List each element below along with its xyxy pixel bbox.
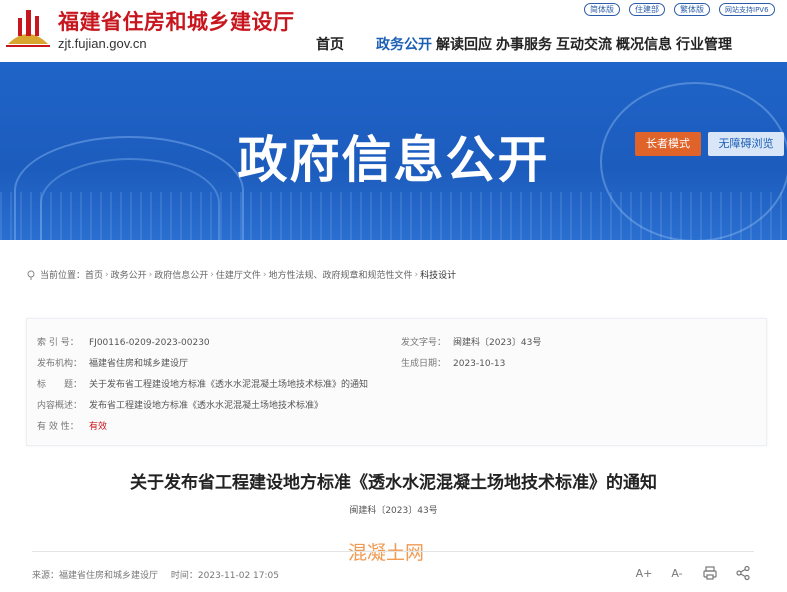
info-date: 生成日期： 2023-10-13: [401, 356, 505, 369]
article-source: 来源：福建省住房和城乡建设厅: [32, 571, 159, 581]
nav-overview[interactable]: 概况信息: [616, 34, 676, 54]
breadcrumb-regulations[interactable]: 地方性法规、政府规章和规范性文件: [269, 268, 413, 281]
font-increase-icon[interactable]: A+: [636, 565, 653, 581]
info-value: 2023-10-13: [453, 359, 506, 369]
nav-services[interactable]: 办事服务: [496, 34, 556, 54]
ministry-link[interactable]: 住建部: [629, 3, 665, 16]
traditional-link[interactable]: 繁体版: [674, 3, 710, 16]
site-header: 福建省住房和城乡建设厅 zjt.fujian.gov.cn 简体版 住建部 繁体…: [0, 0, 787, 62]
top-links: 简体版 住建部 繁体版 网站支持IPV6: [584, 3, 775, 16]
nav-industry[interactable]: 行业管理: [676, 34, 736, 54]
info-label: 标 题：: [37, 380, 83, 390]
info-docno: 发文字号： 闽建科〔2023〕43号: [401, 335, 541, 348]
article-tools: A+ A-: [636, 565, 751, 581]
site-domain: zjt.fujian.gov.cn: [58, 36, 147, 51]
site-title[interactable]: 福建省住房和城乡建设厅: [58, 6, 295, 36]
location-icon: [27, 270, 35, 280]
breadcrumb-info-disclosure[interactable]: 政府信息公开: [154, 268, 208, 281]
breadcrumb-separator: ›: [105, 269, 109, 280]
info-org: 发布机构： 福建省住房和城乡建设厅: [37, 356, 188, 369]
info-index: 索 引 号： FJ00116-0209-2023-00230: [37, 335, 210, 348]
article-meta: 来源：福建省住房和城乡建设厅 时间：2023-11-02 17:05: [32, 568, 289, 581]
document-number: 闽建科〔2023〕43号: [349, 506, 438, 516]
document-info-box: 索 引 号： FJ00116-0209-2023-00230 发文字号： 闽建科〔2…: [26, 318, 767, 446]
page-banner: 政府信息公开 长者模式 无障碍浏览: [0, 62, 787, 240]
share-icon[interactable]: [735, 565, 751, 581]
elder-mode-button[interactable]: 长者模式: [635, 132, 701, 156]
info-summary: 内容概述： 发布省工程建设地方标准《透水水泥混凝土场地技术标准》: [37, 398, 323, 411]
info-label: 有 效 性：: [37, 422, 79, 432]
info-value: 关于发布省工程建设地方标准《透水水泥混凝土场地技术标准》的通知: [89, 380, 369, 390]
info-value: 福建省住房和城乡建设厅: [89, 359, 189, 369]
nav-interpretation[interactable]: 解读回应: [436, 34, 496, 54]
info-value: FJ00116-0209-2023-00230: [89, 338, 210, 348]
accessible-browse-button[interactable]: 无障碍浏览: [708, 132, 784, 156]
article-time: 时间：2023-11-02 17:05: [170, 571, 279, 581]
ipv6-badge: 网站支持IPV6: [719, 3, 775, 16]
info-label: 生成日期：: [401, 359, 447, 369]
breadcrumb-tech-design[interactable]: 科技设计: [420, 268, 456, 281]
validity-status: 有效: [89, 422, 108, 432]
nav-gov-affairs[interactable]: 政务公开: [376, 34, 436, 54]
breadcrumb-separator: ›: [414, 269, 419, 280]
info-validity: 有 效 性： 有效: [37, 419, 107, 432]
font-decrease-icon[interactable]: A-: [669, 565, 685, 581]
breadcrumb-separator: ›: [262, 269, 267, 280]
info-label: 发布机构：: [37, 359, 83, 369]
site-logo-icon[interactable]: [4, 4, 52, 48]
info-label: 索 引 号：: [37, 338, 79, 348]
nav-interaction[interactable]: 互动交流: [556, 34, 616, 54]
divider: [32, 551, 754, 552]
main-nav: 首页 政务公开 解读回应 办事服务 互动交流 概况信息 行业管理: [316, 34, 736, 54]
breadcrumb-gov-affairs[interactable]: 政务公开: [111, 268, 147, 281]
banner-decoration: [0, 192, 787, 240]
breadcrumb-dept-files[interactable]: 住建厅文件: [216, 268, 261, 281]
info-title: 标 题： 关于发布省工程建设地方标准《透水水泥混凝土场地技术标准》的通知: [37, 377, 368, 390]
breadcrumb-separator: ›: [148, 269, 153, 280]
nav-home[interactable]: 首页: [316, 34, 376, 54]
print-icon[interactable]: [702, 565, 718, 581]
info-value: 发布省工程建设地方标准《透水水泥混凝土场地技术标准》: [89, 401, 324, 411]
simplified-link[interactable]: 简体版: [584, 3, 620, 16]
info-label: 内容概述：: [37, 401, 83, 411]
breadcrumb-separator: ›: [210, 269, 214, 280]
info-value: 闽建科〔2023〕43号: [453, 338, 542, 348]
article-title: 关于发布省工程建设地方标准《透水水泥混凝土场地技术标准》的通知: [130, 473, 657, 493]
info-label: 发文字号：: [401, 338, 447, 348]
banner-title: 政府信息公开: [237, 131, 550, 189]
breadcrumb: 当前位置：首页 › 政务公开 › 政府信息公开 › 住建厅文件 › 地方性法规、…: [26, 268, 456, 281]
breadcrumb-current[interactable]: 当前位置：首页: [40, 268, 103, 281]
